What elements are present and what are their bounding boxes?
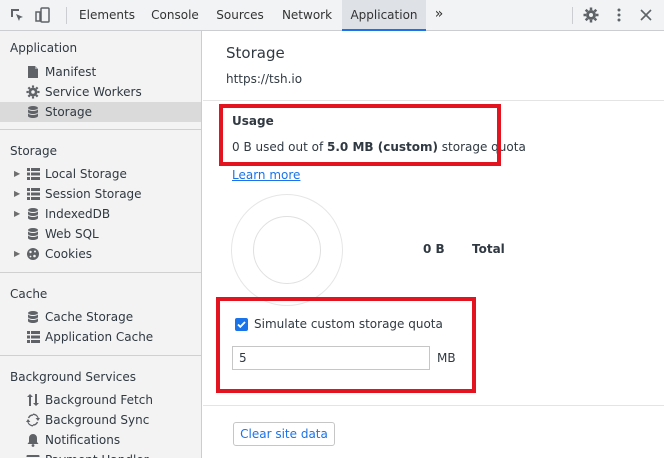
inspect-icon[interactable] <box>8 6 26 24</box>
bell-icon <box>26 433 40 447</box>
grid-icon <box>26 330 40 344</box>
expand-arrow-icon[interactable]: ▶ <box>14 184 22 204</box>
sidebar-item-payment-handler[interactable]: Payment Handler <box>0 450 201 458</box>
card-icon <box>26 453 40 458</box>
usage-quota: 5.0 MB (custom) <box>327 140 438 154</box>
sidebar-item-label: Manifest <box>45 65 97 79</box>
database-icon <box>26 105 40 119</box>
sidebar-item-storage[interactable]: Storage <box>0 102 201 122</box>
sidebar-divider <box>0 129 201 130</box>
sidebar: Application Manifest Service Workers Sto… <box>0 31 202 458</box>
toolbar-separator <box>572 7 573 24</box>
database-icon <box>26 227 40 241</box>
devtools-toolbar: Elements Console Sources Network Applica… <box>0 0 664 31</box>
usage-heading: Usage <box>232 114 274 128</box>
expand-arrow-icon[interactable]: ▶ <box>14 244 22 264</box>
file-icon <box>26 65 40 79</box>
tab-elements[interactable]: Elements <box>72 0 142 30</box>
sidebar-divider <box>0 355 201 356</box>
simulate-quota-label: Simulate custom storage quota <box>254 317 443 331</box>
total-usage-label: Total <box>472 242 505 256</box>
sidebar-item-cookies[interactable]: ▶ Cookies <box>0 244 201 264</box>
sync-icon <box>26 413 40 427</box>
sidebar-item-cache-storage[interactable]: Cache Storage <box>0 307 201 327</box>
storage-header: Storage https://tsh.io <box>203 31 664 101</box>
more-tabs-button[interactable]: » <box>428 0 450 30</box>
sidebar-item-label: Service Workers <box>45 85 142 99</box>
clear-site-data-button[interactable]: Clear site data <box>233 422 335 446</box>
more-vert-icon[interactable] <box>610 6 628 24</box>
settings-icon[interactable] <box>582 6 600 24</box>
sidebar-item-label: Web SQL <box>45 227 99 241</box>
grid-icon <box>26 167 40 181</box>
sidebar-item-label: Storage <box>45 105 92 119</box>
sidebar-item-label: Payment Handler <box>45 450 149 458</box>
sidebar-divider <box>0 272 201 273</box>
sidebar-item-label: Background Sync <box>45 413 150 427</box>
sidebar-item-local-storage[interactable]: ▶ Local Storage <box>0 164 201 184</box>
origin-url: https://tsh.io <box>226 72 303 86</box>
database-icon <box>26 310 40 324</box>
sidebar-item-label: Background Fetch <box>45 393 153 407</box>
database-icon <box>26 207 40 221</box>
sidebar-section-background-services: Background Services <box>10 370 137 384</box>
storage-panel: Storage https://tsh.io Usage 0 B used ou… <box>203 31 664 458</box>
sidebar-section-cache: Cache <box>10 287 48 301</box>
section-divider <box>203 405 664 406</box>
sidebar-item-label: Application Cache <box>45 330 154 344</box>
quota-unit-label: MB <box>437 351 456 365</box>
toolbar-separator <box>66 7 67 24</box>
sidebar-item-label: Cache Storage <box>45 310 134 324</box>
sidebar-item-manifest[interactable]: Manifest <box>0 62 201 82</box>
sidebar-item-application-cache[interactable]: Application Cache <box>0 327 201 347</box>
sidebar-item-service-workers[interactable]: Service Workers <box>0 82 201 102</box>
learn-more-link[interactable]: Learn more <box>232 168 300 182</box>
sidebar-section-storage: Storage <box>10 144 57 158</box>
sidebar-item-background-sync[interactable]: Background Sync <box>0 410 201 430</box>
expand-arrow-icon[interactable]: ▶ <box>14 164 22 184</box>
sidebar-section-application: Application <box>10 41 78 55</box>
tab-console[interactable]: Console <box>142 0 208 30</box>
sidebar-item-web-sql[interactable]: Web SQL <box>0 224 201 244</box>
sidebar-item-background-fetch[interactable]: Background Fetch <box>0 390 201 410</box>
usage-summary: 0 B used out of 5.0 MB (custom) storage … <box>232 140 526 154</box>
usage-suffix: storage quota <box>437 140 526 154</box>
simulate-quota-checkbox[interactable] <box>235 318 248 331</box>
tab-sources[interactable]: Sources <box>208 0 272 30</box>
tab-application[interactable]: Application <box>342 0 426 31</box>
sidebar-item-label: Session Storage <box>45 187 142 201</box>
gear-icon <box>26 85 40 99</box>
page-title: Storage <box>226 44 285 62</box>
total-usage-value: 0 B <box>423 242 445 256</box>
usage-prefix: 0 B used out of <box>232 140 328 154</box>
sidebar-item-label: IndexedDB <box>45 207 111 221</box>
device-toggle-icon[interactable] <box>34 6 52 24</box>
quota-highlight-box <box>216 297 476 393</box>
quota-input[interactable] <box>232 346 430 370</box>
sidebar-item-session-storage[interactable]: ▶ Session Storage <box>0 184 201 204</box>
usage-pie-chart-inner <box>253 216 321 284</box>
close-icon[interactable] <box>637 6 655 24</box>
sidebar-item-indexeddb[interactable]: ▶ IndexedDB <box>0 204 201 224</box>
sidebar-item-label: Local Storage <box>45 167 127 181</box>
sidebar-item-notifications[interactable]: Notifications <box>0 430 201 450</box>
grid-icon <box>26 187 40 201</box>
sidebar-item-label: Notifications <box>45 433 121 447</box>
sidebar-item-label: Cookies <box>45 247 92 261</box>
expand-arrow-icon[interactable]: ▶ <box>14 204 22 224</box>
cookie-icon <box>26 247 40 261</box>
checkmark-icon <box>237 321 246 329</box>
tab-network[interactable]: Network <box>272 0 342 30</box>
updown-arrows-icon <box>26 393 40 407</box>
